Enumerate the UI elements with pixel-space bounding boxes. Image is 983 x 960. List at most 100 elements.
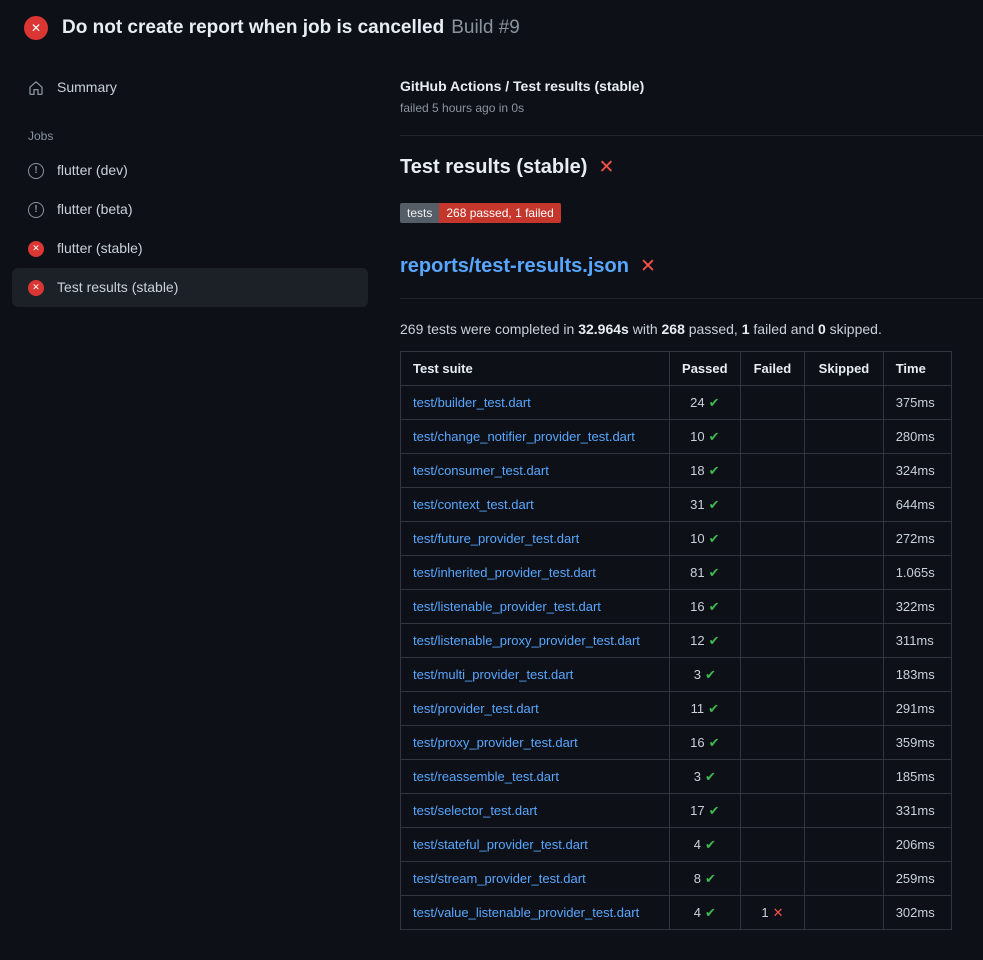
build-failed-icon: ✕ xyxy=(24,16,48,40)
suite-link[interactable]: test/future_provider_test.dart xyxy=(413,531,579,546)
skipped-cell xyxy=(805,590,883,624)
suite-link[interactable]: test/consumer_test.dart xyxy=(413,463,549,478)
sidebar-item-flutter-stable[interactable]: ✕ flutter (stable) xyxy=(12,229,368,268)
table-row: test/stream_provider_test.dart 8✔ ✕ 259m… xyxy=(401,862,952,896)
time-cell: 359ms xyxy=(883,726,951,760)
failed-cell: ✕ xyxy=(740,726,805,760)
passed-count: 12 xyxy=(690,633,704,648)
section-title: Test results (stable) ✕ xyxy=(400,156,952,179)
passed-cell: 16✔ xyxy=(670,590,741,624)
suite-cell: test/value_listenable_provider_test.dart xyxy=(401,896,670,930)
time-cell: 280ms xyxy=(883,420,951,454)
suite-cell: test/multi_provider_test.dart xyxy=(401,658,670,692)
build-number: Build #9 xyxy=(451,17,520,38)
failed-cell: ✕ xyxy=(740,828,805,862)
suite-cell: test/listenable_proxy_provider_test.dart xyxy=(401,624,670,658)
skipped-cell xyxy=(805,386,883,420)
failed-cell: ✕ xyxy=(740,454,805,488)
passed-cell: 8✔ xyxy=(670,862,741,896)
passed-cell: 81 ✔ xyxy=(670,556,741,590)
suite-cell: test/selector_test.dart xyxy=(401,794,670,828)
table-row: test/multi_provider_test.dart 3✔ ✕ 183ms xyxy=(401,658,952,692)
check-icon: ✔ xyxy=(709,531,720,546)
check-icon: ✔ xyxy=(709,633,720,648)
jobs-section-label: Jobs xyxy=(28,129,368,143)
failed-x-icon: ✕ xyxy=(598,158,614,177)
summary-sentence: 269 tests were completed in 32.964s with… xyxy=(400,321,952,337)
main-content: GitHub Actions / Test results (stable) f… xyxy=(380,54,983,960)
warning-icon: ! xyxy=(28,202,44,218)
passed-count: 17 xyxy=(690,803,704,818)
table-row: test/selector_test.dart 17✔ ✕ 331ms xyxy=(401,794,952,828)
suite-link[interactable]: test/context_test.dart xyxy=(413,497,534,512)
sidebar-item-test-results-stable[interactable]: ✕ Test results (stable) xyxy=(12,268,368,307)
report-file-link[interactable]: reports/test-results.json xyxy=(400,255,629,278)
sidebar-job-label: flutter (beta) xyxy=(57,201,132,218)
suite-link[interactable]: test/listenable_proxy_provider_test.dart xyxy=(413,633,640,648)
sidebar-item-flutter-beta[interactable]: ! flutter (beta) xyxy=(12,190,368,229)
test-results-table: Test suite Passed Failed Skipped Time te… xyxy=(400,351,952,930)
suite-link[interactable]: test/proxy_provider_test.dart xyxy=(413,735,578,750)
cross-icon: ✕ xyxy=(773,905,784,920)
passed-cell: 24✔ xyxy=(670,386,741,420)
failed-circle-icon: ✕ xyxy=(28,241,44,257)
suite-cell: test/stateful_provider_test.dart xyxy=(401,828,670,862)
skipped-cell xyxy=(805,794,883,828)
check-icon: ✔ xyxy=(705,905,716,920)
suite-link[interactable]: test/builder_test.dart xyxy=(413,395,531,410)
column-header-skipped: Skipped xyxy=(805,352,883,386)
failed-cell: ✕ xyxy=(740,590,805,624)
check-icon: ✔ xyxy=(709,803,720,818)
passed-count: 3 xyxy=(694,667,701,682)
suite-link[interactable]: test/value_listenable_provider_test.dart xyxy=(413,905,639,920)
suite-link[interactable]: test/selector_test.dart xyxy=(413,803,537,818)
passed-cell: 12 ✔ xyxy=(670,624,741,658)
skipped-cell xyxy=(805,658,883,692)
time-cell: 311ms xyxy=(883,624,951,658)
time-cell: 644ms xyxy=(883,488,951,522)
check-icon: ✔ xyxy=(705,769,716,784)
passed-cell: 10✔ xyxy=(670,522,741,556)
suite-link[interactable]: test/multi_provider_test.dart xyxy=(413,667,573,682)
suite-link[interactable]: test/change_notifier_provider_test.dart xyxy=(413,429,635,444)
suite-link[interactable]: test/listenable_provider_test.dart xyxy=(413,599,601,614)
passed-cell: 31✔ xyxy=(670,488,741,522)
passed-count: 3 xyxy=(694,769,701,784)
run-status-line: failed 5 hours ago in 0s xyxy=(400,101,952,115)
suite-cell: test/reassemble_test.dart xyxy=(401,760,670,794)
table-row: test/change_notifier_provider_test.dart … xyxy=(401,420,952,454)
skipped-cell xyxy=(805,862,883,896)
summary-passed-count: 268 xyxy=(662,321,685,337)
table-row: test/stateful_provider_test.dart 4✔ ✕ 20… xyxy=(401,828,952,862)
check-icon: ✔ xyxy=(709,565,720,580)
passed-count: 81 xyxy=(690,565,704,580)
skipped-cell xyxy=(805,726,883,760)
summary-skipped-count: 0 xyxy=(818,321,826,337)
skipped-cell xyxy=(805,692,883,726)
suite-cell: test/consumer_test.dart xyxy=(401,454,670,488)
sidebar-item-summary[interactable]: Summary xyxy=(12,68,368,107)
skipped-cell xyxy=(805,556,883,590)
passed-cell: 16✔ xyxy=(670,726,741,760)
time-cell: 291ms xyxy=(883,692,951,726)
suite-cell: test/context_test.dart xyxy=(401,488,670,522)
suite-link[interactable]: test/reassemble_test.dart xyxy=(413,769,559,784)
summary-text: passed, xyxy=(685,321,742,337)
suite-link[interactable]: test/inherited_provider_test.dart xyxy=(413,565,596,580)
failed-cell: ✕ xyxy=(740,488,805,522)
suite-link[interactable]: test/stream_provider_test.dart xyxy=(413,871,586,886)
sidebar-summary-label: Summary xyxy=(57,79,117,96)
time-cell: 322ms xyxy=(883,590,951,624)
failed-cell: ✕ xyxy=(740,794,805,828)
suite-link[interactable]: test/provider_test.dart xyxy=(413,701,539,716)
passed-cell: 10✔ xyxy=(670,420,741,454)
sidebar-item-flutter-dev[interactable]: ! flutter (dev) xyxy=(12,151,368,190)
build-header: ✕ Do not create report when job is cance… xyxy=(0,0,983,54)
suite-cell: test/change_notifier_provider_test.dart xyxy=(401,420,670,454)
failed-cell: ✕ xyxy=(740,522,805,556)
skipped-cell xyxy=(805,454,883,488)
table-row: test/context_test.dart 31✔ ✕ 644ms xyxy=(401,488,952,522)
table-row: test/proxy_provider_test.dart 16✔ ✕ 359m… xyxy=(401,726,952,760)
suite-link[interactable]: test/stateful_provider_test.dart xyxy=(413,837,588,852)
summary-text: 269 tests were completed in xyxy=(400,321,578,337)
